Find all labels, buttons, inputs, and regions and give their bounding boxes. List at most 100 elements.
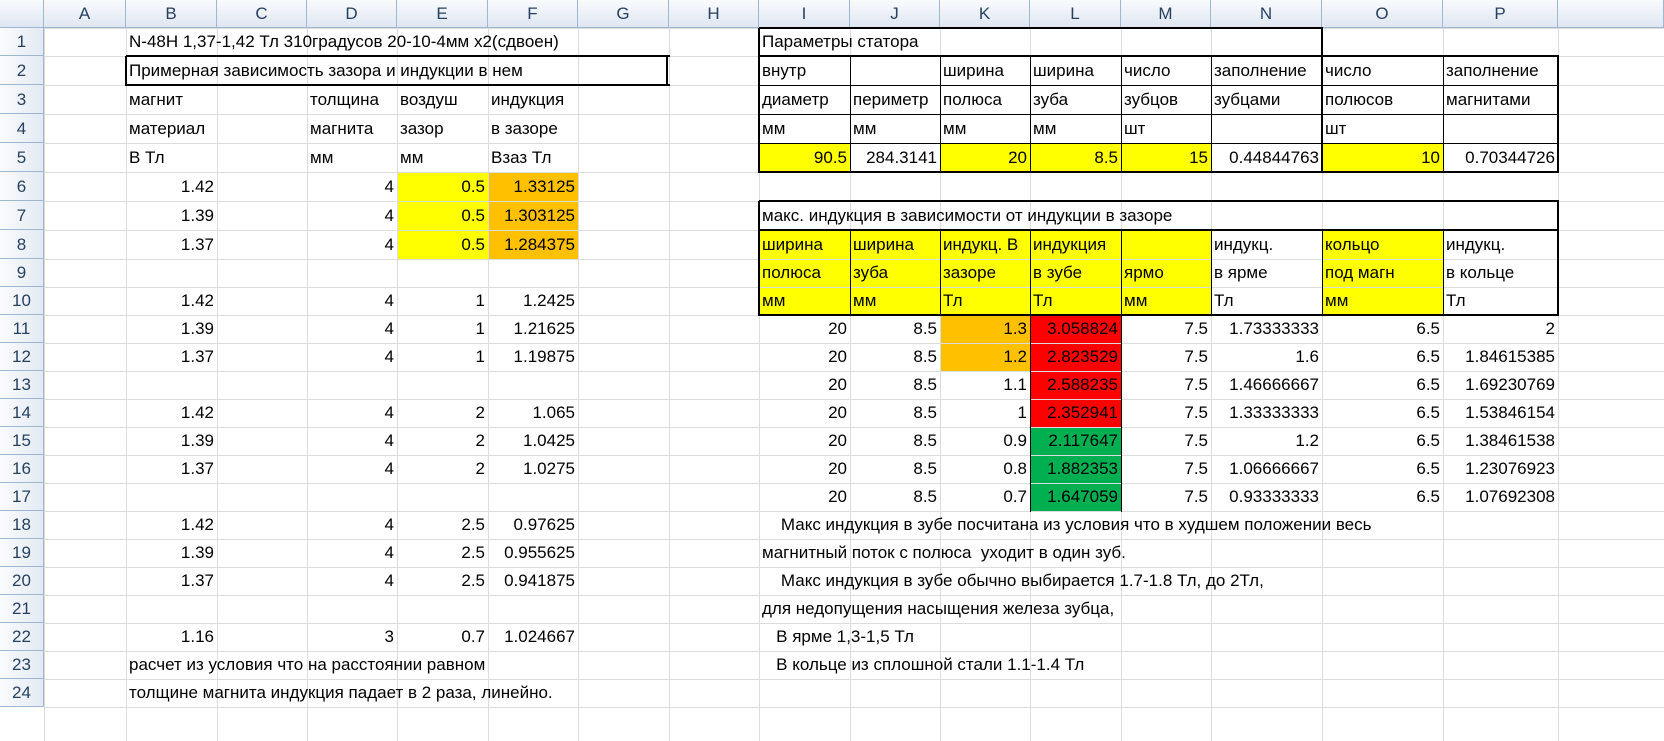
column-header-g[interactable]: G	[578, 0, 669, 28]
induction-data-cell: 2.352941	[1047, 403, 1118, 422]
left-data-cell: 1.024667	[504, 627, 575, 646]
stator-header-cell: периметр	[853, 90, 929, 109]
left-data-cell: 4	[384, 459, 394, 478]
induction-data-cell: 2.588235	[1047, 375, 1118, 394]
left-data-cell: 1.37	[180, 347, 214, 366]
row-header-23[interactable]: 23	[0, 651, 44, 679]
left-data-cell: 1.37	[180, 571, 214, 590]
induction-data-cell: 1.2	[1003, 347, 1027, 366]
induction-data-cell: 7.5	[1184, 403, 1208, 422]
left-data-cell: 0.7	[461, 627, 485, 646]
induction-data-cell: 8.5	[913, 375, 937, 394]
row-header-21[interactable]: 21	[0, 595, 44, 623]
induction-data-cell: 6.5	[1416, 459, 1440, 478]
left-data-cell: 1.2425	[523, 291, 575, 310]
induction-data-cell: 20	[828, 487, 847, 506]
column-header-c[interactable]: C	[217, 0, 307, 28]
row-header-4[interactable]: 4	[0, 114, 44, 143]
gridline-vertical	[44, 28, 45, 741]
row-header-13[interactable]: 13	[0, 371, 44, 399]
row-header-14[interactable]: 14	[0, 399, 44, 427]
row-header-3[interactable]: 3	[0, 85, 44, 114]
row-header-12[interactable]: 12	[0, 343, 44, 371]
row-header-11[interactable]: 11	[0, 315, 44, 343]
row-header-8[interactable]: 8	[0, 230, 44, 259]
row-header-20[interactable]: 20	[0, 567, 44, 595]
induction-data-cell: 20	[828, 319, 847, 338]
column-header-i[interactable]: I	[759, 0, 850, 28]
induction-data-cell: 7.5	[1184, 319, 1208, 338]
left-data-cell: 1.33125	[513, 177, 575, 196]
row-header-10[interactable]: 10	[0, 287, 44, 315]
column-header-o[interactable]: O	[1322, 0, 1443, 28]
left-data-cell: 2.5	[461, 571, 485, 590]
induction-data-cell: 1.07692308	[1465, 487, 1555, 506]
induction-note: Макс индукция в зубе обычно выбирается 1…	[762, 571, 1264, 590]
row-header-9[interactable]: 9	[0, 259, 44, 287]
stator-header-cell: полюса	[943, 90, 1002, 109]
stator-title: Параметры статора	[762, 32, 919, 51]
gridline-horizontal	[44, 707, 1664, 708]
column-header-k[interactable]: K	[940, 0, 1030, 28]
stator-value-cell: 0.70344726	[1465, 148, 1555, 167]
induction-header-cell: индукц.	[1446, 235, 1506, 254]
spreadsheet-grid[interactable]: A B C D E F G H I J K L M N O P 1 2 3 4 5 6 7 8 9 10 11 12 13 14 15 16 1…	[0, 0, 1664, 741]
induction-data-cell: 6.5	[1416, 403, 1440, 422]
left-data-cell: 1.42	[180, 403, 214, 422]
left-header-cell: материал	[129, 119, 206, 138]
induction-data-cell: 0.7	[1003, 487, 1027, 506]
left-data-cell: 4	[384, 571, 394, 590]
left-data-cell: 1.42	[180, 291, 214, 310]
induction-data-cell: 1.23076923	[1465, 459, 1555, 478]
column-header-b[interactable]: B	[126, 0, 217, 28]
induction-data-cell: 1.46666667	[1229, 375, 1319, 394]
induction-data-cell: 1.38461538	[1465, 431, 1555, 450]
left-data-cell: 1.065	[532, 403, 575, 422]
column-header-m[interactable]: M	[1121, 0, 1211, 28]
induction-data-cell: 20	[828, 347, 847, 366]
column-header-h[interactable]: H	[669, 0, 759, 28]
induction-data-cell: 8.5	[913, 487, 937, 506]
column-header-p[interactable]: P	[1443, 0, 1558, 28]
stator-header-cell: зуба	[1033, 90, 1069, 109]
column-header-e[interactable]: E	[397, 0, 488, 28]
row-header-15[interactable]: 15	[0, 427, 44, 455]
row-header-1[interactable]: 1	[0, 28, 44, 56]
left-note: толщине магнита индукция падает в 2 раза…	[129, 683, 553, 702]
induction-data-cell: 7.5	[1184, 459, 1208, 478]
row-header-17[interactable]: 17	[0, 483, 44, 511]
induction-note: В ярме 1,3-1,5 Тл	[762, 627, 914, 646]
column-header-j[interactable]: J	[850, 0, 940, 28]
stator-value-cell: 90.5	[813, 148, 847, 167]
row-header-2[interactable]: 2	[0, 56, 44, 85]
left-header-cell: толщина	[310, 90, 379, 109]
left-header-cell: магнита	[310, 119, 374, 138]
column-header-d[interactable]: D	[307, 0, 397, 28]
induction-note: В кольце из сплошной стали 1.1-1.4 Тл	[762, 655, 1085, 674]
row-header-18[interactable]: 18	[0, 511, 44, 539]
select-all-corner[interactable]	[0, 0, 44, 28]
induction-header-cell: индукция	[1033, 235, 1107, 254]
row-header-6[interactable]: 6	[0, 172, 44, 201]
column-header-n[interactable]: N	[1211, 0, 1322, 28]
column-header-f[interactable]: F	[488, 0, 578, 28]
induction-data-cell: 7.5	[1184, 347, 1208, 366]
left-header-cell: в зазоре	[491, 119, 558, 138]
column-header-a[interactable]: A	[44, 0, 126, 28]
induction-header-cell: ширина	[853, 235, 914, 254]
row-header-5[interactable]: 5	[0, 143, 44, 172]
row-header-16[interactable]: 16	[0, 455, 44, 483]
left-data-cell: 1	[475, 291, 485, 310]
row-header-7[interactable]: 7	[0, 201, 44, 230]
stator-header-cell: заполнение	[1446, 61, 1539, 80]
left-title: N-48H 1,37-1,42 Тл 310градусов 20-10-4мм…	[129, 32, 559, 51]
stator-value-cell: 0.44844763	[1229, 148, 1319, 167]
row-header-19[interactable]: 19	[0, 539, 44, 567]
row-header-22[interactable]: 22	[0, 623, 44, 651]
stator-header-cell: ширина	[1033, 61, 1094, 80]
row-header-24[interactable]: 24	[0, 679, 44, 707]
induction-data-cell: 20	[828, 375, 847, 394]
induction-data-cell: 1.69230769	[1465, 375, 1555, 394]
stator-value-cell: 20	[1008, 148, 1027, 167]
column-header-l[interactable]: L	[1030, 0, 1121, 28]
